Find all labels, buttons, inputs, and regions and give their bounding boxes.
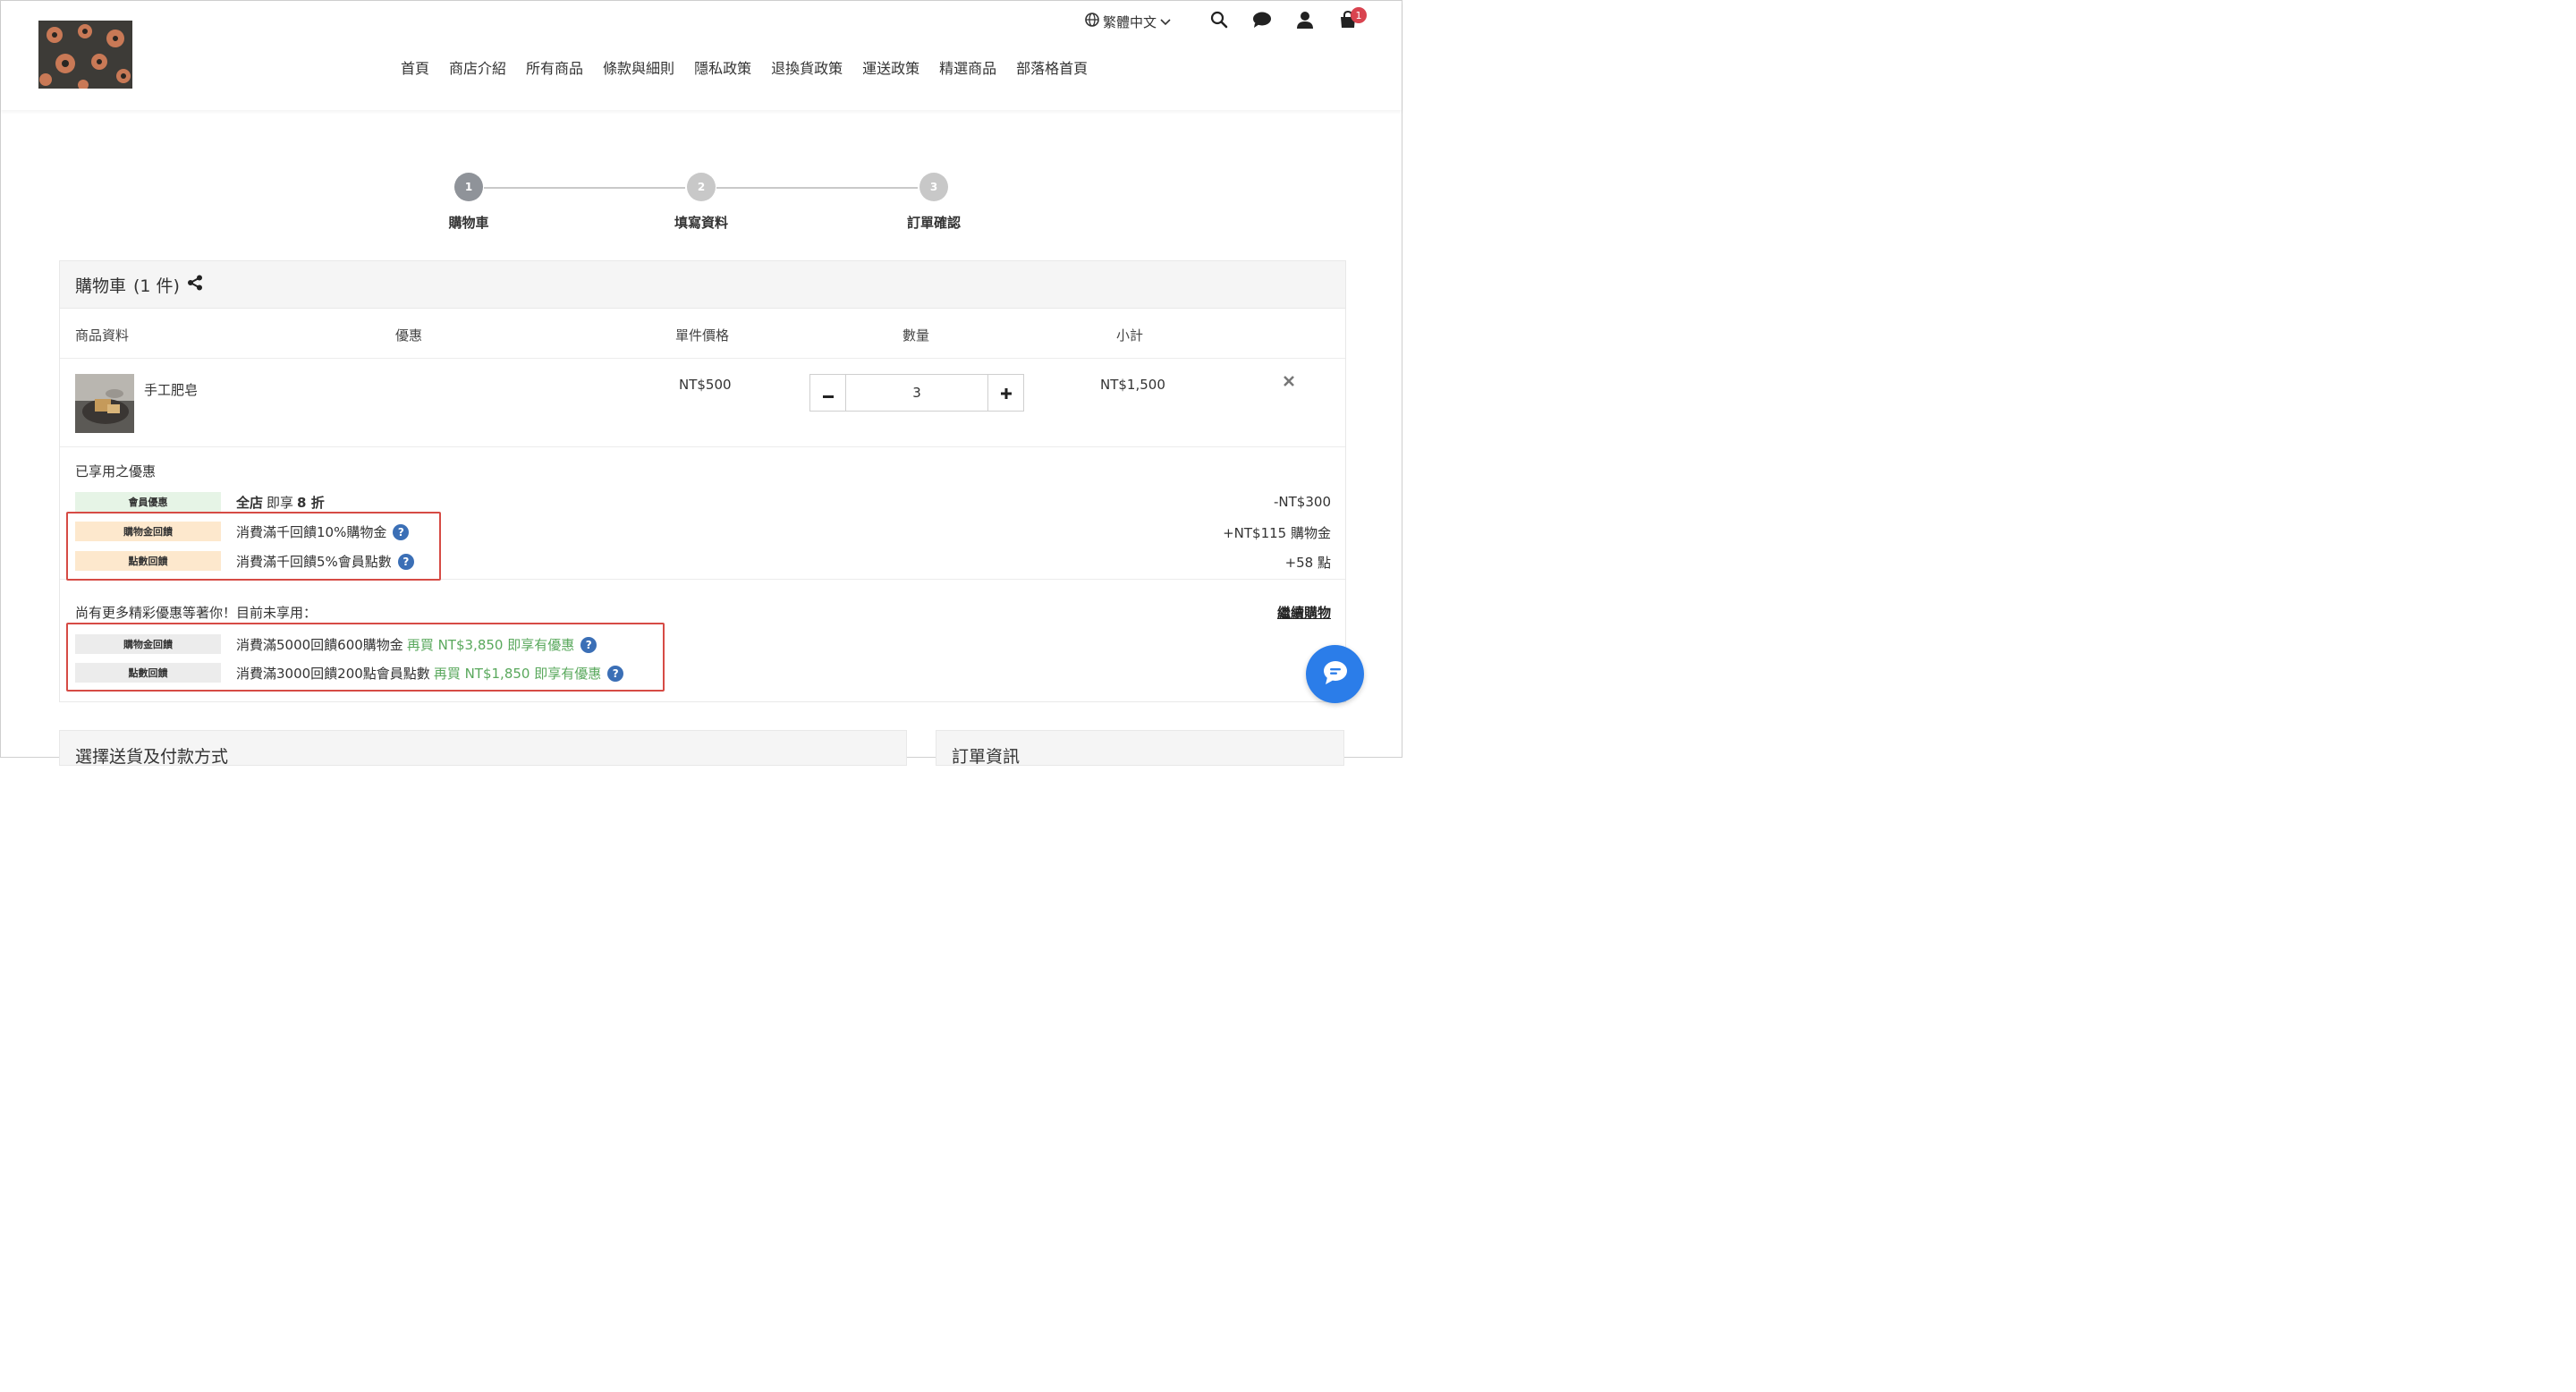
applied-promotions-title: 已享用之優惠 [75, 463, 157, 480]
cart-item-row: 手工肥皂 NT$500 3 NT$1,500 [60, 359, 1345, 447]
step-connector [716, 187, 918, 189]
col-discount: 優惠 [395, 327, 423, 344]
qty-input[interactable]: 3 [845, 375, 988, 411]
promo-text: 全店 即享 8 折 [236, 493, 325, 512]
chat-button[interactable] [1241, 10, 1284, 33]
nav-item-terms[interactable]: 條款與細則 [593, 56, 684, 78]
nav-item-privacy[interactable]: 隱私政策 [684, 56, 761, 78]
step-connector [484, 187, 685, 189]
checkout-stepper: 1 購物車 2 填寫資料 3 訂單確認 [439, 171, 967, 242]
product-unit-price: NT$500 [679, 377, 732, 393]
cart-button[interactable]: 1 [1326, 7, 1369, 33]
minus-icon [822, 382, 834, 404]
qty-decrease-button[interactable] [810, 375, 845, 411]
share-icon[interactable] [187, 275, 203, 295]
cart-panel: 購物車 (1 件) 商品資料 優惠 單件價格 數量 小計 手工肥皂 NT$500 [59, 260, 1346, 702]
promo-value: -NT$300 [1274, 494, 1331, 510]
step-number: 3 [919, 173, 948, 201]
search-button[interactable] [1198, 10, 1241, 33]
main-nav: 首頁 商店介紹 所有商品 條款與細則 隱私政策 退換貨政策 運送政策 精選商品 … [391, 56, 1097, 78]
step-confirm: 3 訂單確認 [902, 171, 965, 232]
cart-title: 購物車 [75, 276, 127, 296]
account-button[interactable] [1284, 10, 1326, 33]
col-subtotal: 小計 [1116, 327, 1144, 344]
col-unit-price: 單件價格 [675, 327, 730, 344]
cart-item-count: (1 件) [133, 276, 180, 296]
highlight-box [66, 623, 665, 692]
cart-column-headers: 商品資料 優惠 單件價格 數量 小計 [60, 309, 1345, 359]
step-number: 2 [687, 173, 716, 201]
step-label: 填寫資料 [674, 215, 728, 231]
applied-promotions: 已享用之優惠 會員優惠 全店 即享 8 折 -NT$300 購物金回饋 消費滿千… [60, 447, 1345, 581]
step-info: 2 填寫資料 [670, 171, 733, 232]
nav-item-returns[interactable]: 退換貨政策 [761, 56, 852, 78]
step-label: 訂單確認 [906, 215, 961, 231]
chevron-down-icon [1160, 13, 1171, 30]
step-cart: 1 購物車 [437, 171, 500, 232]
nav-item-home[interactable]: 首頁 [391, 56, 439, 78]
shipping-payment-title: 選擇送貨及付款方式 [75, 747, 229, 766]
cart-header: 購物車 (1 件) [60, 261, 1345, 309]
promo-tag: 會員優惠 [75, 492, 221, 512]
promo-text-tail: 8 折 [297, 495, 325, 511]
nav-item-shipping[interactable]: 運送政策 [852, 56, 929, 78]
product-thumbnail[interactable] [75, 374, 134, 433]
chat-icon [1322, 660, 1349, 689]
language-selector[interactable]: 繁體中文 [1085, 13, 1171, 31]
store-logo[interactable] [38, 21, 132, 89]
nav-item-all-products[interactable]: 所有商品 [516, 56, 593, 78]
close-icon [1284, 373, 1294, 391]
col-product: 商品資料 [75, 327, 130, 344]
search-icon [1210, 11, 1228, 32]
step-number: 1 [454, 173, 483, 201]
user-icon [1296, 11, 1314, 32]
promo-text-bold: 全店 [236, 495, 264, 511]
qty-increase-button[interactable] [988, 375, 1023, 411]
product-name[interactable]: 手工肥皂 [144, 380, 198, 399]
remove-item-button[interactable] [1284, 373, 1294, 391]
shipping-payment-panel: 選擇送貨及付款方式 [59, 730, 907, 766]
continue-shopping-link[interactable]: 繼續購物 [1277, 603, 1331, 622]
order-info-title: 訂單資訊 [952, 747, 1021, 766]
cart-count-badge: 1 [1351, 7, 1367, 23]
col-quantity: 數量 [902, 327, 930, 344]
site-header: 繁體中文 1 首頁 商店介紹 所有商品 條款與細則 隱私政策 退換貨政策 運送政… [1, 1, 1402, 110]
promo-text-mid: 即享 [267, 495, 294, 511]
more-promotions-title: 尚有更多精彩優惠等著你！目前未享用： [75, 605, 318, 621]
item-subtotal: NT$1,500 [1100, 377, 1165, 393]
plus-icon [1000, 382, 1012, 404]
order-info-panel: 訂單資訊 [936, 730, 1344, 766]
header-utility-bar: 繁體中文 1 [1085, 7, 1369, 33]
quantity-stepper: 3 [809, 374, 1024, 412]
chat-bubble-icon [1252, 11, 1272, 32]
live-chat-button[interactable] [1306, 645, 1364, 703]
globe-icon [1085, 13, 1099, 30]
nav-item-about[interactable]: 商店介紹 [439, 56, 516, 78]
nav-item-featured[interactable]: 精選商品 [929, 56, 1006, 78]
promo-value: +58 點 [1284, 555, 1331, 571]
nav-item-blog[interactable]: 部落格首頁 [1006, 56, 1097, 78]
promo-value: +NT$115 購物金 [1223, 525, 1331, 541]
step-label: 購物車 [448, 215, 489, 231]
highlight-box [66, 512, 441, 581]
language-label: 繁體中文 [1102, 13, 1157, 30]
more-promotions: 尚有更多精彩優惠等著你！目前未享用： 繼續購物 購物金回饋 消費滿5000回饋6… [60, 580, 1345, 701]
